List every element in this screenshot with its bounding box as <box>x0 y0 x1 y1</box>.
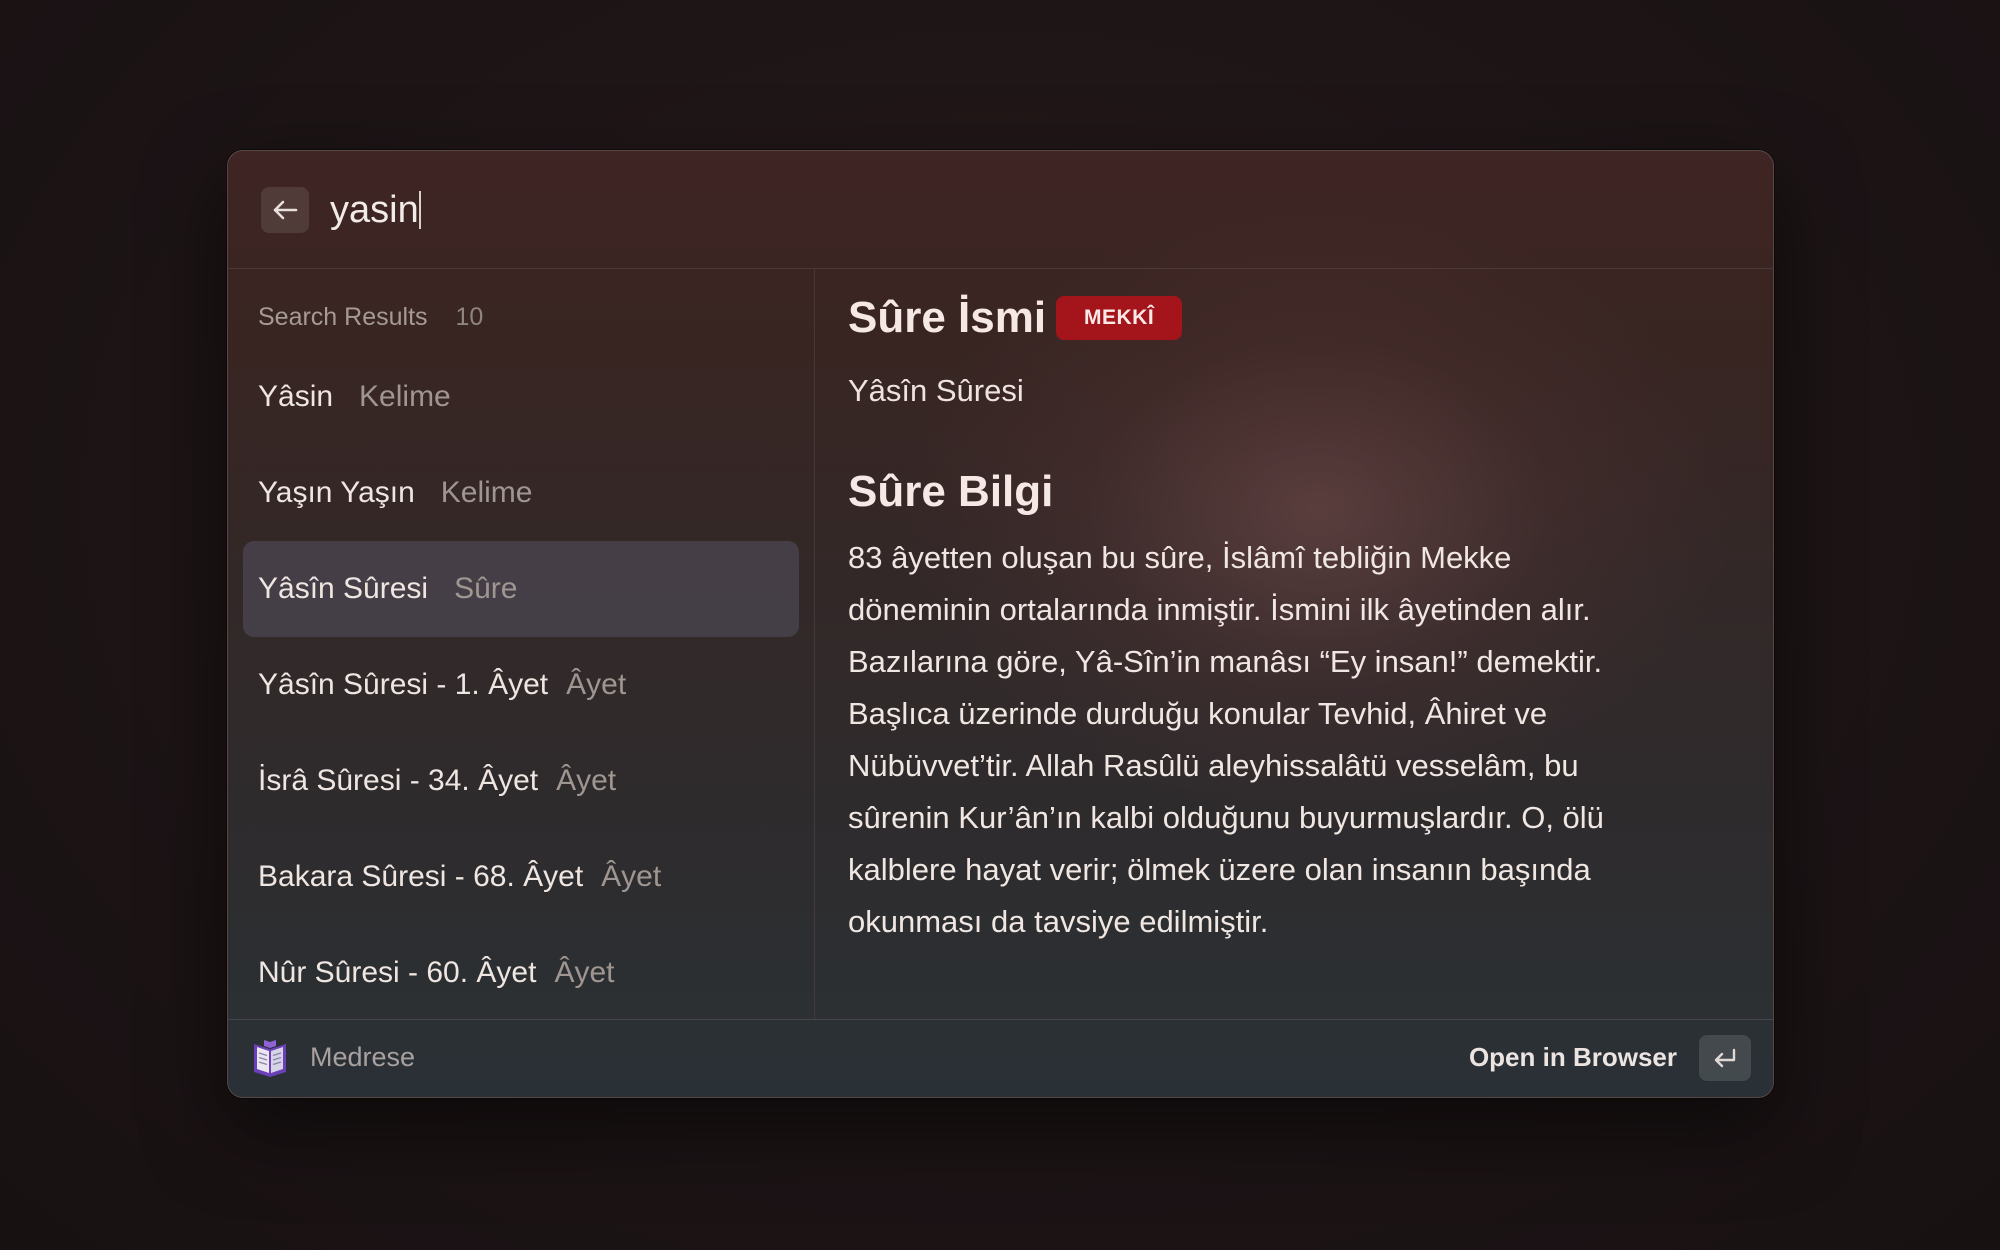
search-bar <box>228 151 1773 269</box>
return-key-icon <box>1714 1048 1736 1068</box>
app-name: Medrese <box>310 1042 416 1072</box>
results-list: Search Results 10 Yâsin Kelime Yaşın Yaşı… <box>228 269 815 1019</box>
section-line: okunması da tavsiye edilmiştir. <box>848 904 1269 939</box>
section-line: Nübüvvet’tir. Allah Rasûlü aleyhissalâtü… <box>848 748 1579 783</box>
result-item-yasin-suresi[interactable]: Yâsîn Sûresi Sûre <box>243 541 799 637</box>
results-header-label: Search Results <box>258 303 428 331</box>
result-item-isra-ayet-34[interactable]: İsrâ Sûresi - 34. Âyet Âyet <box>243 733 799 829</box>
result-kind: Âyet <box>566 668 627 701</box>
result-title: Bakara Sûresi - 68. Âyet <box>258 860 584 893</box>
detail-title: Sûre İsmi <box>848 293 1047 342</box>
result-item-yasin-ayet-1[interactable]: Yâsîn Sûresi - 1. Âyet Âyet <box>243 637 799 733</box>
detail-subtitle: Yâsîn Sûresi <box>848 373 1024 408</box>
section-line: Bazılarına göre, Yâ-Sîn’in manâsı “Ey in… <box>848 644 1603 679</box>
result-kind: Âyet <box>601 860 662 893</box>
result-kind: Kelime <box>359 380 451 413</box>
arrow-left-icon <box>273 200 298 220</box>
result-title: Yaşın Yaşın <box>258 476 415 509</box>
result-title: Nûr Sûresi - 60. Âyet <box>258 956 537 989</box>
results-count: 10 <box>455 303 484 331</box>
section-body: 83 âyetten oluşan bu sûre, İslâmî tebliğ… <box>848 532 1708 948</box>
result-item-nur-ayet-60[interactable]: Nûr Sûresi - 60. Âyet Âyet <box>243 925 799 1019</box>
mekki-badge: MEKKÎ <box>1056 296 1183 340</box>
result-kind: Kelime <box>440 476 533 509</box>
result-item-yasin[interactable]: Yâsin Kelime <box>243 349 799 445</box>
result-title: İsrâ Sûresi - 34. Âyet <box>258 764 539 797</box>
result-kind: Sûre <box>454 572 518 605</box>
detail-pane: Sûre İsmi MEKKÎ Yâsîn Sûresi Sûre Bilgi … <box>848 269 1748 1019</box>
search-input[interactable] <box>330 181 1710 239</box>
enter-key-button[interactable] <box>1699 1035 1751 1081</box>
result-title: Yâsîn Sûresi <box>258 572 429 605</box>
section-line: döneminin ortalarında inmiştir. İsmini i… <box>848 592 1591 627</box>
results-header: Search Results 10 <box>258 303 483 332</box>
result-item-bakara-ayet-68[interactable]: Bakara Sûresi - 68. Âyet Âyet <box>243 829 799 925</box>
result-title: Yâsîn Sûresi - 1. Âyet <box>258 668 549 701</box>
result-item-yasin-yasin[interactable]: Yaşın Yaşın Kelime <box>243 445 799 541</box>
command-palette-window: Search Results 10 Yâsin Kelime Yaşın Yaşı… <box>227 150 1774 1098</box>
section-line: Başlıca üzerinde durduğu konular Tevhid,… <box>848 696 1548 731</box>
action-bar: Medrese Open in Browser <box>228 1019 1773 1097</box>
result-kind: Âyet <box>554 956 615 989</box>
result-kind: Âyet <box>556 764 617 797</box>
section-title: Sûre Bilgi <box>848 467 1054 516</box>
open-in-browser-button[interactable]: Open in Browser <box>1469 1042 1677 1073</box>
book-icon <box>254 1040 286 1077</box>
section-line: kalblere hayat verir; ölmek üzere olan i… <box>848 852 1591 887</box>
section-line: sûrenin Kur’ân’ın kalbi olduğunu buyurmu… <box>848 800 1604 835</box>
back-button[interactable] <box>261 187 309 233</box>
result-title: Yâsin <box>258 380 334 413</box>
section-line: 83 âyetten oluşan bu sûre, İslâmî tebliğ… <box>848 540 1512 575</box>
text-caret <box>419 191 421 229</box>
